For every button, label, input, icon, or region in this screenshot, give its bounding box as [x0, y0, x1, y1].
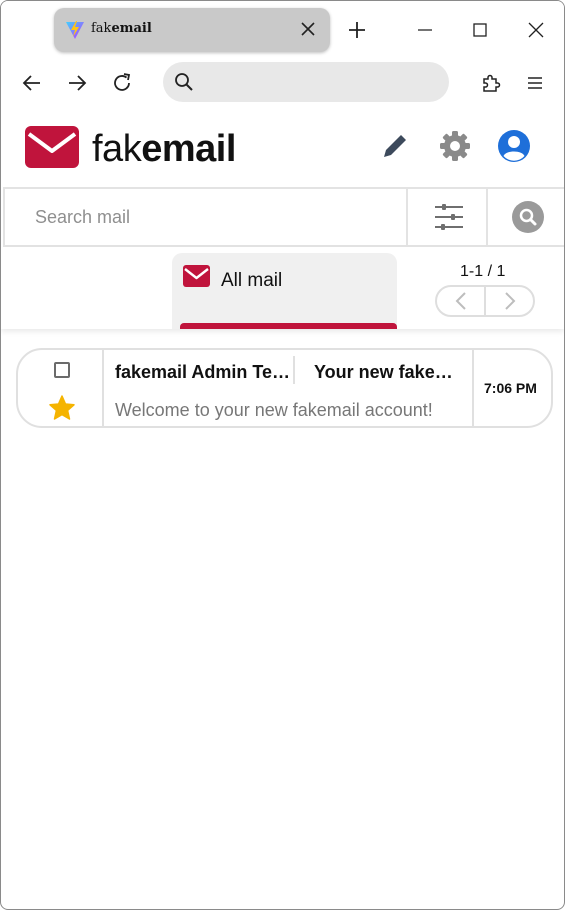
folder-bar: All mail 1-1 / 1: [1, 247, 564, 329]
folder-label: All mail: [221, 270, 283, 291]
search-icon: [512, 201, 544, 233]
email-row-controls: [18, 350, 104, 426]
app-header: fakemail: [1, 109, 564, 187]
window-close-icon[interactable]: [525, 19, 547, 41]
previous-page-button[interactable]: [437, 287, 486, 315]
browser-tab[interactable]: fakemail: [54, 8, 330, 52]
chevron-right-icon: [505, 292, 516, 310]
next-page-button[interactable]: [486, 287, 535, 315]
email-subject: Your new fakemail account: [314, 362, 460, 382]
minimize-icon[interactable]: [414, 19, 436, 41]
close-icon[interactable]: [298, 19, 318, 39]
browser-window: fakemail fakemail Search mail All mail 1…: [0, 0, 565, 910]
folder-tab-all-mail[interactable]: All mail: [172, 253, 397, 329]
envelope-logo[interactable]: [25, 126, 79, 168]
gear-icon[interactable]: [438, 129, 472, 163]
divider: [293, 356, 295, 384]
email-preview: Welcome to your new fakemail account!: [115, 400, 433, 420]
tab-title: fakemail: [91, 21, 152, 36]
address-input[interactable]: [203, 70, 433, 94]
filter-button[interactable]: [406, 189, 486, 245]
email-time: 7:06 PM: [484, 380, 537, 396]
new-tab-button[interactable]: [346, 19, 368, 41]
vite-icon: [66, 21, 84, 39]
search-button[interactable]: [486, 189, 564, 245]
brand-name: fakemail: [92, 128, 236, 170]
arrow-left-icon[interactable]: [20, 71, 44, 95]
user-account-icon[interactable]: [497, 129, 531, 163]
puzzle-icon[interactable]: [479, 71, 503, 95]
pencil-icon[interactable]: [378, 129, 412, 163]
sliders-icon: [435, 204, 463, 230]
active-tab-indicator: [180, 323, 397, 329]
search-bar: [3, 187, 564, 247]
envelope-icon: [183, 265, 210, 287]
search-icon: [175, 73, 193, 91]
star-icon[interactable]: [48, 394, 76, 422]
email-sender: fakemail Admin Team: [115, 362, 293, 382]
hamburger-menu-icon[interactable]: [523, 71, 547, 95]
arrow-right-icon[interactable]: [65, 71, 89, 95]
search-input[interactable]: [5, 189, 405, 245]
maximize-icon[interactable]: [469, 19, 491, 41]
reload-icon[interactable]: [110, 71, 134, 95]
select-checkbox[interactable]: [54, 362, 70, 378]
email-list-item[interactable]: fakemail Admin Team Your new fakemail ac…: [16, 348, 553, 428]
pagination-controls: [435, 285, 535, 317]
navigation-bar: [1, 57, 564, 109]
email-time-cell: 7:06 PM: [472, 350, 553, 426]
title-bar: fakemail: [1, 1, 564, 57]
address-bar[interactable]: [163, 62, 449, 102]
pagination-text: 1-1 / 1: [460, 263, 506, 280]
chevron-left-icon: [455, 292, 466, 310]
